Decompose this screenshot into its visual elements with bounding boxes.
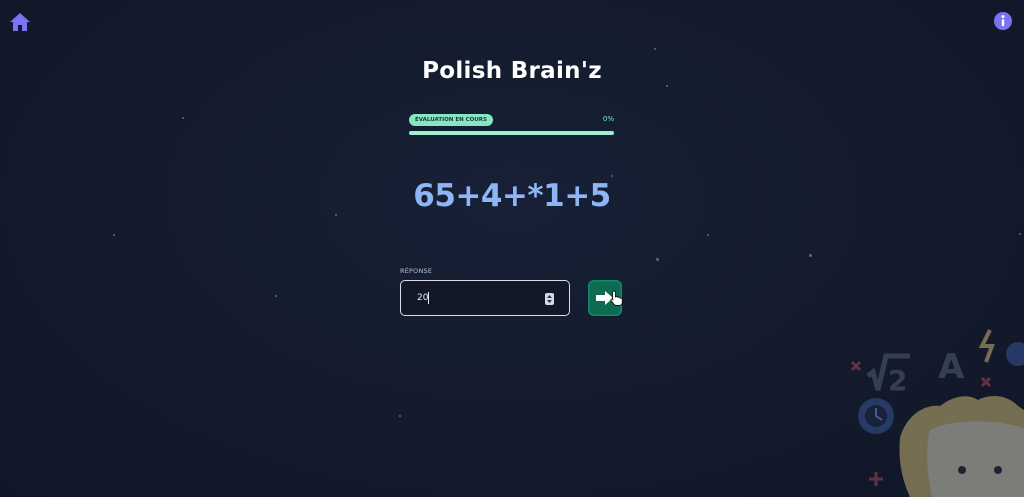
star xyxy=(1019,233,1021,235)
star xyxy=(399,415,401,417)
star xyxy=(656,258,659,261)
question-expression: 65+4+*1+5 xyxy=(413,178,611,214)
text-caret xyxy=(428,292,429,304)
progress-percent: 0% xyxy=(602,115,614,123)
star xyxy=(335,214,337,216)
info-button[interactable] xyxy=(993,11,1013,31)
star xyxy=(654,48,656,50)
progress-bar xyxy=(409,131,614,135)
star xyxy=(611,175,613,177)
star xyxy=(809,254,812,257)
svg-text:A: A xyxy=(938,347,965,387)
star xyxy=(275,295,277,297)
spinner-arrows-icon xyxy=(547,295,552,303)
answer-input[interactable] xyxy=(417,291,537,305)
star xyxy=(707,234,709,236)
answer-field[interactable] xyxy=(400,280,570,316)
star xyxy=(113,234,115,236)
progress-status-badge: ÉVALUATION EN COURS xyxy=(409,114,493,126)
progress-section: ÉVALUATION EN COURS 0% xyxy=(408,113,615,137)
home-icon xyxy=(10,13,30,31)
svg-text:2: 2 xyxy=(888,364,907,397)
home-button[interactable] xyxy=(9,11,31,33)
math-decoration-illustration: 2 A xyxy=(850,329,1024,497)
answer-label: RÉPONSE xyxy=(400,267,433,275)
number-spinner[interactable] xyxy=(545,293,554,305)
quiz-page: Polish Brain'z ÉVALUATION EN COURS 0% 65… xyxy=(0,0,1024,497)
info-icon xyxy=(994,12,1012,30)
star xyxy=(666,85,668,87)
star xyxy=(182,117,184,119)
page-title: Polish Brain'z xyxy=(422,58,602,84)
hand-cursor-icon xyxy=(610,290,623,306)
